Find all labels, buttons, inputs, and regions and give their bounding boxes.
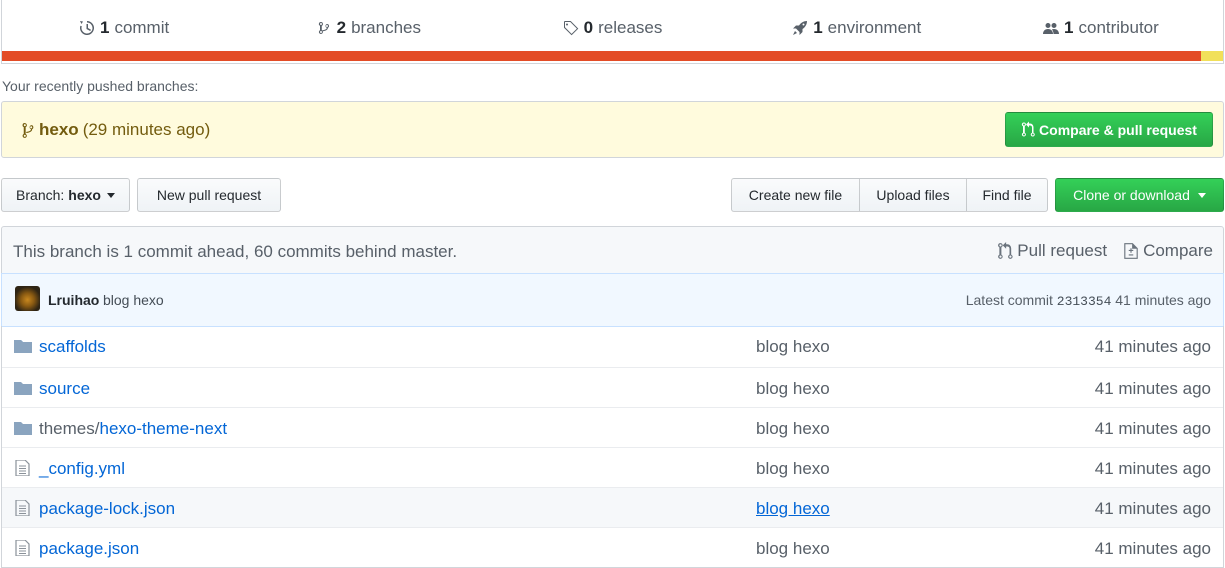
file-commit-message[interactable]: blog hexo [756, 337, 830, 357]
recent-branches-label: Your recently pushed branches: [2, 78, 199, 94]
git-branch-icon [318, 21, 329, 34]
file-icon [15, 460, 30, 476]
contributors-link[interactable]: 1 contributor [979, 14, 1223, 38]
avatar[interactable] [15, 286, 40, 311]
branches-label: branches [351, 17, 421, 37]
latest-commit-label: Latest commit [965, 292, 1053, 308]
file-name: source [39, 379, 91, 398]
branches-count: 2 [336, 17, 347, 37]
file-table: scaffolds blog hexo 41 minutes ago sourc… [1, 326, 1224, 568]
environments-count: 1 [813, 17, 823, 37]
file-age: 41 minutes ago [1094, 499, 1211, 518]
branch-status-bar: This branch is 1 commit ahead, 60 commit… [1, 226, 1224, 274]
file-name: package.json [39, 539, 140, 558]
commits-link[interactable]: 1 commit [2, 14, 246, 38]
folder-icon [14, 340, 32, 353]
compare-label: Compare [1143, 241, 1213, 260]
recent-branch-name[interactable]: hexo [39, 120, 79, 140]
rocket-icon [793, 20, 808, 35]
file-name: hexo-theme-next [99, 419, 228, 438]
people-icon [1043, 22, 1060, 34]
repo-summary: 1 commit 2 branches 0 releases 1 environ… [1, 0, 1224, 64]
file-age: 41 minutes ago [1094, 459, 1211, 478]
file-actions-group: Create new file Upload files Find file [731, 178, 1048, 212]
branch-prefix: Branch: [16, 187, 65, 203]
language-segment-javascript [1201, 51, 1223, 61]
releases-count: 0 [583, 17, 594, 37]
clone-download-button[interactable]: Clone or download [1055, 178, 1224, 212]
folder-icon [14, 422, 32, 435]
releases-link[interactable]: 0 releases [490, 14, 734, 38]
branch-select-button[interactable]: Branch: hexo [1, 178, 130, 212]
chevron-down-icon [1197, 192, 1206, 198]
file-name: package-lock.json [39, 499, 176, 518]
file-name-link[interactable]: _config.yml [39, 459, 125, 479]
commits-count: 1 [99, 17, 110, 37]
contributors-label: contributor [1078, 17, 1159, 37]
recent-branch: hexo (29 minutes ago) [21, 120, 210, 140]
file-commit-message[interactable]: blog hexo [756, 499, 830, 519]
compare-pull-request-label: Compare & pull request [1039, 121, 1197, 138]
file-age: 41 minutes ago [1094, 337, 1211, 356]
find-file-button[interactable]: Find file [966, 178, 1048, 212]
file-icon [15, 500, 30, 516]
table-row: _config.yml blog hexo 41 minutes ago [2, 447, 1223, 487]
file-commit-message[interactable]: blog hexo [756, 419, 830, 439]
recent-branch-banner: hexo (29 minutes ago) Compare & pull req… [1, 101, 1224, 158]
file-name: scaffolds [39, 337, 106, 356]
history-icon [79, 20, 94, 35]
releases-label: releases [598, 17, 663, 37]
file-commit-message[interactable]: blog hexo [756, 459, 830, 479]
latest-commit-info: Latest commit 2313354 41 minutes ago [966, 292, 1211, 309]
tag-icon [563, 20, 578, 35]
table-row: package-lock.json blog hexo 41 minutes a… [2, 487, 1223, 527]
file-age: 41 minutes ago [1094, 419, 1211, 438]
file-icon [15, 540, 30, 556]
upload-files-button[interactable]: Upload files [859, 178, 967, 212]
folder-icon [14, 382, 32, 395]
create-new-file-button[interactable]: Create new file [731, 178, 860, 212]
language-segment-html [2, 51, 1202, 61]
file-commit-message[interactable]: blog hexo [756, 539, 830, 559]
git-branch-icon [22, 122, 34, 138]
table-row: source blog hexo 41 minutes ago [2, 367, 1223, 407]
contributors-count: 1 [1064, 17, 1074, 37]
clone-download-label: Clone or download [1073, 187, 1190, 203]
file-name-link[interactable]: source [39, 379, 90, 399]
table-row: themes/hexo-theme-next blog hexo 41 minu… [2, 407, 1223, 447]
file-name-link[interactable]: themes/hexo-theme-next [39, 419, 227, 439]
file-name: _config.yml [39, 459, 125, 478]
commit-sha[interactable]: 2313354 [1057, 294, 1112, 309]
recent-branch-time: (29 minutes ago) [82, 120, 211, 139]
new-pull-request-button[interactable]: New pull request [137, 178, 281, 212]
branch-status-message: This branch is 1 commit ahead, 60 commit… [13, 242, 458, 261]
compare-pull-request-button[interactable]: Compare & pull request [1005, 112, 1213, 147]
table-row: scaffolds blog hexo 41 minutes ago [2, 326, 1223, 367]
file-diff-icon [1124, 243, 1138, 259]
file-name-link[interactable]: scaffolds [39, 337, 106, 357]
environments-label: environment [827, 17, 922, 37]
table-row: package.json blog hexo 41 minutes ago [2, 527, 1223, 567]
commit-message[interactable]: blog hexo [103, 292, 164, 308]
git-compare-icon [1021, 121, 1035, 137]
commit-age: 41 minutes ago [1115, 292, 1211, 308]
latest-commit-bar: Lruihao blog hexo Latest commit 2313354 … [1, 273, 1224, 327]
commits-label: commit [114, 17, 170, 37]
language-bar[interactable] [2, 51, 1223, 61]
file-commit-message[interactable]: blog hexo [756, 379, 830, 399]
pull-request-link[interactable]: Pull request [997, 241, 1107, 261]
file-name-link[interactable]: package.json [39, 539, 139, 559]
branches-link[interactable]: 2 branches [246, 14, 490, 38]
environments-link[interactable]: 1 environment [735, 14, 979, 38]
branch-name: hexo [68, 187, 101, 203]
commit-author[interactable]: Lruihao [48, 292, 99, 308]
dir-prefix: themes/ [39, 419, 100, 438]
file-age: 41 minutes ago [1094, 379, 1211, 398]
file-name-link[interactable]: package-lock.json [39, 499, 175, 519]
file-age: 41 minutes ago [1094, 539, 1211, 558]
compare-link[interactable]: Compare [1123, 241, 1213, 261]
git-pull-request-icon [998, 242, 1013, 259]
pull-request-label: Pull request [1017, 241, 1108, 260]
chevron-down-icon [106, 192, 115, 198]
